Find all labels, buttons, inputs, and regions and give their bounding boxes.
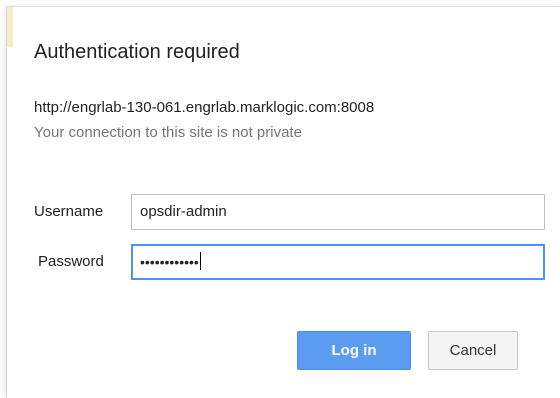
username-field[interactable]: opsdir-admin xyxy=(131,194,545,230)
site-url: http://engrlab-130-061.engrlab.marklogic… xyxy=(34,99,375,116)
dialog-title: Authentication required xyxy=(34,41,240,63)
username-label: Username xyxy=(34,203,104,220)
username-value: opsdir-admin xyxy=(140,203,227,220)
password-field[interactable]: •••••••••••• xyxy=(131,244,545,280)
text-cursor xyxy=(199,252,201,271)
password-masked-value: •••••••••••• xyxy=(140,254,199,270)
window-edge-strip xyxy=(7,7,13,47)
auth-dialog: Authentication required http://engrlab-1… xyxy=(6,6,560,398)
cancel-button[interactable]: Cancel xyxy=(428,331,518,370)
login-button[interactable]: Log in xyxy=(297,331,411,370)
privacy-warning: Your connection to this site is not priv… xyxy=(34,124,302,141)
password-label: Password xyxy=(38,253,104,270)
